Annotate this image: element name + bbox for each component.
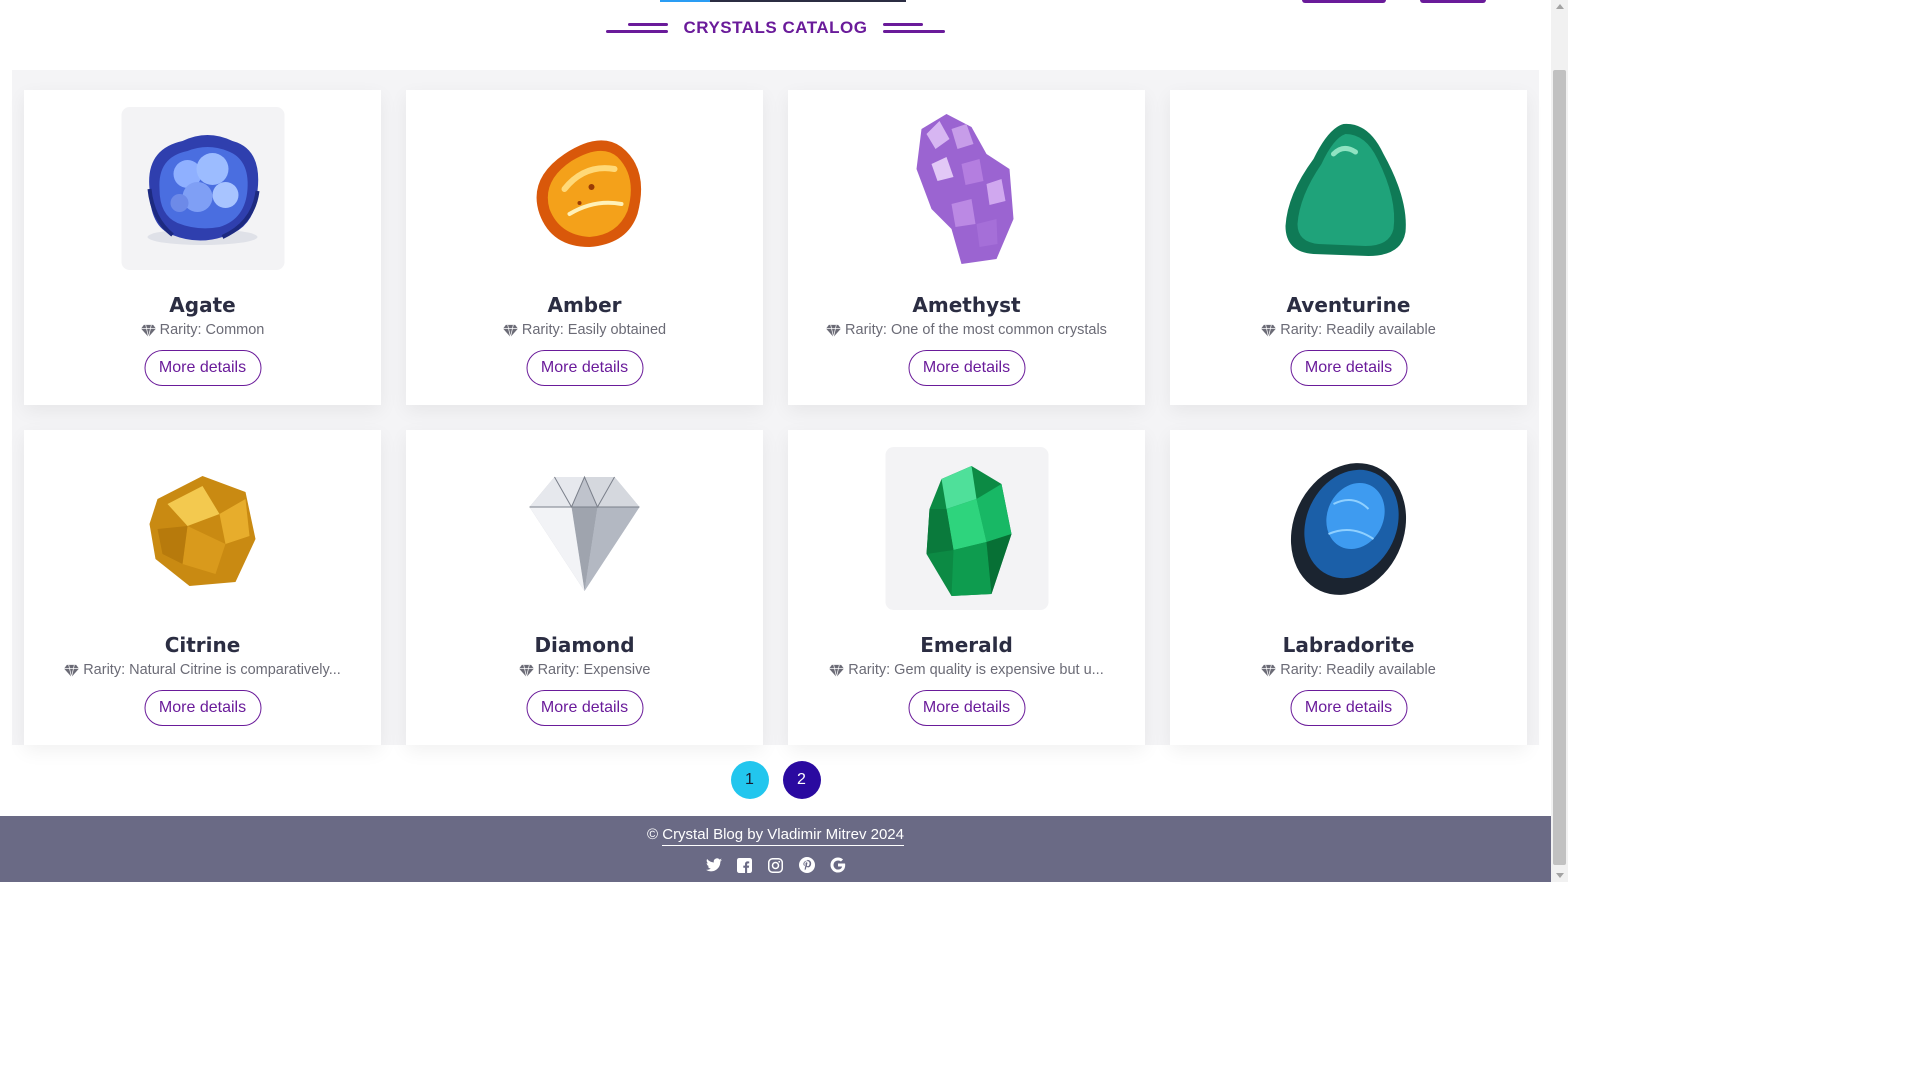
footer: © Crystal Blog by Vladimir Mitrev 2024 (0, 816, 1551, 882)
crystal-name: Labradorite (1282, 633, 1415, 657)
copyright: © Crystal Blog by Vladimir Mitrev 2024 (0, 826, 1551, 846)
crystal-rarity: Rarity: Gem quality is expensive but u..… (788, 662, 1145, 678)
crystal-image (1267, 107, 1430, 270)
gem-icon (518, 664, 534, 677)
crystal-image (885, 107, 1048, 270)
more-details-button[interactable]: More details (908, 690, 1025, 726)
more-details-button[interactable]: More details (144, 690, 261, 726)
crystal-card: Amber Rarity: Easily obtained More detai… (406, 90, 763, 405)
more-details-button[interactable]: More details (526, 350, 643, 386)
gem-icon (829, 664, 845, 677)
crystal-image (121, 447, 284, 610)
google-icon[interactable] (829, 856, 847, 874)
crystal-card: Diamond Rarity: Expensive More details (406, 430, 763, 745)
page-button-2[interactable]: 2 (782, 761, 821, 799)
agate-image (147, 134, 260, 245)
header-edge (710, 0, 906, 2)
crystal-image (503, 107, 666, 270)
rarity-text: Rarity: One of the most common crystals (845, 322, 1107, 338)
crystal-rarity: Rarity: Readily available (1170, 322, 1527, 338)
gem-icon (1261, 664, 1277, 677)
crystal-grid: Agate Rarity: Common More details Amber (24, 90, 1527, 745)
crystal-name: Agate (169, 293, 236, 317)
rarity-text: Rarity: Easily obtained (521, 322, 667, 338)
crystal-name: Emerald (920, 633, 1013, 657)
crystal-image (885, 447, 1048, 610)
section-title: CRYSTALS CATALOG (683, 18, 868, 37)
heading-decoration-left (605, 23, 668, 33)
gem-icon (140, 324, 156, 337)
social-icons (0, 856, 1551, 874)
crystal-rarity: Rarity: One of the most common crystals (788, 322, 1145, 338)
more-details-button[interactable]: More details (526, 690, 643, 726)
header-button-edge (1420, 0, 1486, 3)
heading-decoration-right (883, 23, 946, 33)
crystal-rarity: Rarity: Readily available (1170, 662, 1527, 678)
scroll-down-arrow-icon[interactable] (1556, 873, 1564, 878)
crystal-rarity: Rarity: Natural Citrine is comparatively… (24, 662, 381, 678)
more-details-button[interactable]: More details (908, 350, 1025, 386)
citrine-image (149, 475, 256, 586)
crystal-card: Amethyst Rarity: One of the most common … (788, 90, 1145, 405)
crystal-name: Aventurine (1286, 293, 1411, 317)
crystal-card: Aventurine Rarity: Readily available Mor… (1170, 90, 1527, 405)
crystal-card: Labradorite Rarity: Readily available Mo… (1170, 430, 1527, 745)
crystal-image (503, 447, 666, 610)
aventurine-image (1285, 123, 1406, 256)
rarity-text: Rarity: Common (159, 322, 265, 338)
pinterest-icon[interactable] (798, 856, 816, 874)
crystal-image (121, 107, 284, 270)
rarity-text: Rarity: Readily available (1280, 322, 1436, 338)
header-edge (660, 0, 710, 2)
crystal-image (1267, 447, 1430, 610)
gem-icon (502, 324, 518, 337)
labradorite-image (1290, 462, 1407, 595)
header-button-edge (1302, 0, 1386, 3)
more-details-button[interactable]: More details (1290, 350, 1407, 386)
twitter-icon[interactable] (705, 856, 723, 874)
crystal-name: Diamond (534, 633, 635, 657)
crystal-rarity: Rarity: Easily obtained (406, 322, 763, 338)
facebook-icon[interactable] (736, 856, 754, 874)
gem-icon (1261, 324, 1277, 337)
crystal-card: Agate Rarity: Common More details (24, 90, 381, 405)
instagram-icon[interactable] (767, 856, 785, 874)
crystal-card: Citrine Rarity: Natural Citrine is compa… (24, 430, 381, 745)
section-heading: CRYSTALS CATALOG (0, 18, 1551, 38)
amber-image (536, 139, 642, 247)
gem-icon (64, 664, 80, 677)
scrollbar-thumb[interactable] (1553, 70, 1566, 865)
crystal-rarity: Rarity: Common (24, 322, 381, 338)
more-details-button[interactable]: More details (1290, 690, 1407, 726)
rarity-text: Rarity: Readily available (1280, 662, 1436, 678)
copyright-link[interactable]: Crystal Blog by Vladimir Mitrev 2024 (662, 826, 904, 846)
crystal-name: Citrine (164, 633, 241, 657)
copyright-symbol: © (647, 826, 659, 843)
pagination: 1 2 (0, 761, 1551, 799)
diamond-image (529, 475, 640, 591)
page-button-1[interactable]: 1 (730, 761, 769, 799)
page: CRYSTALS CATALOG Agate Rarity: Common Mo… (0, 0, 1551, 882)
gem-icon (826, 324, 841, 337)
more-details-button[interactable]: More details (144, 350, 261, 386)
crystal-name: Amethyst (912, 293, 1021, 317)
amethyst-image (916, 113, 1014, 264)
emerald-image (926, 465, 1012, 596)
rarity-text: Rarity: Natural Citrine is comparatively… (83, 662, 341, 678)
vertical-scrollbar[interactable] (1551, 0, 1568, 882)
crystal-name: Amber (547, 293, 622, 317)
rarity-text: Rarity: Expensive (537, 662, 651, 678)
crystal-rarity: Rarity: Expensive (406, 662, 763, 678)
scroll-up-arrow-icon[interactable] (1556, 4, 1564, 9)
rarity-text: Rarity: Gem quality is expensive but u..… (848, 662, 1104, 678)
crystal-card: Emerald Rarity: Gem quality is expensive… (788, 430, 1145, 745)
